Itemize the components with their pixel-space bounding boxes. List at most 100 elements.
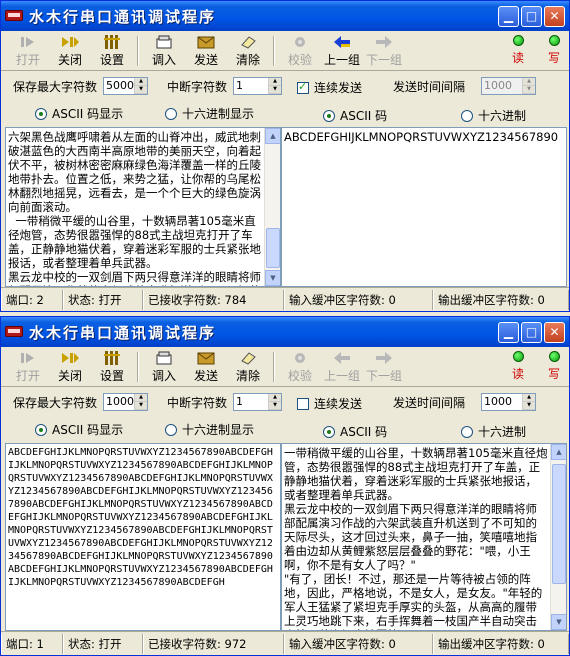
open-button[interactable]: 打开 bbox=[7, 32, 49, 70]
interrupt-spinner[interactable]: 1 ▲ ▼ bbox=[233, 77, 283, 95]
settings-button[interactable]: 设置 bbox=[91, 32, 133, 70]
send-button[interactable]: 发送 bbox=[185, 348, 227, 386]
interval-spinner[interactable]: 1000 ▲ ▼ bbox=[481, 77, 537, 95]
send-ascii-option[interactable]: ASCII 码 bbox=[323, 423, 387, 440]
continuous-send-option[interactable]: 连续发送 bbox=[297, 79, 362, 96]
continuous-send-checkbox[interactable] bbox=[297, 80, 309, 94]
toolbar-separator bbox=[273, 35, 275, 66]
interval-row: 发送时间间隔 1000 ▲ ▼ bbox=[393, 393, 537, 411]
interval-label: 发送时间间隔 bbox=[393, 395, 466, 410]
write-led-icon bbox=[548, 351, 560, 362]
status-state: 状态: 打开 bbox=[63, 289, 143, 310]
send-hex-option[interactable]: 十六进制 bbox=[461, 423, 526, 440]
title-bar[interactable]: 水木行串口通讯调试程序 ▁ □ ✕ bbox=[1, 1, 569, 31]
interrupt-row: 中断字符数 1 ▲ ▼ bbox=[167, 393, 283, 411]
toolbar-separator bbox=[137, 351, 139, 382]
max-chars-spinner[interactable]: 5000 ▲ ▼ bbox=[103, 77, 149, 95]
receive-scrollbar[interactable]: ▲ ▼ bbox=[264, 128, 280, 286]
next-group-button[interactable]: 下一组 bbox=[363, 32, 405, 70]
send-ascii-radio[interactable] bbox=[323, 109, 335, 122]
close-button[interactable]: ✕ bbox=[544, 321, 565, 343]
scroll-thumb[interactable] bbox=[552, 464, 566, 584]
send-text-area[interactable]: 一带稍微平缓的山谷里，十数辆昂著105毫米直径炮管，态势很嚣强悍的88式主战坦克… bbox=[281, 443, 567, 631]
send-button[interactable]: 发送 bbox=[185, 32, 227, 70]
minimize-button[interactable]: ▁ bbox=[498, 5, 519, 27]
status-port: 端口: 1 bbox=[1, 633, 63, 654]
interrupt-label: 中断字符数 bbox=[167, 395, 228, 410]
send-text-area[interactable]: ABCDEFGHIJKLMNOPQRSTUVWXYZ1234567890 bbox=[281, 127, 567, 287]
load-button[interactable]: 调入 bbox=[143, 348, 185, 386]
load-button[interactable]: 调入 bbox=[143, 32, 185, 70]
checksum-icon bbox=[292, 350, 308, 366]
write-indicator: 写 bbox=[539, 32, 569, 70]
recv-ascii-radio[interactable] bbox=[35, 423, 47, 436]
continuous-send-option[interactable]: 连续发送 bbox=[297, 395, 362, 412]
read-indicator: 读 bbox=[497, 32, 539, 70]
max-chars-label: 保存最大字符数 bbox=[13, 79, 98, 94]
checksum-button[interactable]: 校验 bbox=[279, 32, 321, 70]
settings-button[interactable]: 设置 bbox=[91, 348, 133, 386]
clear-button[interactable]: 清除 bbox=[227, 32, 269, 70]
send-ascii-radio[interactable] bbox=[323, 425, 335, 438]
app-icon[interactable] bbox=[5, 324, 23, 340]
clear-button[interactable]: 清除 bbox=[227, 348, 269, 386]
max-chars-spinner[interactable]: 10000▲▼ bbox=[103, 393, 149, 411]
next-group-button[interactable]: 下一组 bbox=[363, 348, 405, 386]
recv-hex-radio[interactable] bbox=[165, 423, 177, 436]
write-led-icon bbox=[548, 35, 560, 46]
interval-spinner[interactable]: 1000 ▲ ▼ bbox=[481, 393, 537, 411]
settings-icon bbox=[103, 350, 121, 366]
recv-ascii-radio[interactable] bbox=[35, 107, 47, 120]
max-chars-label: 保存最大字符数 bbox=[13, 395, 98, 410]
title-bar[interactable]: 水木行串口通讯调试程序 ▁ □ ✕ bbox=[1, 317, 569, 347]
send-hex-radio[interactable] bbox=[461, 425, 473, 438]
prev-group-icon bbox=[332, 34, 352, 50]
status-output-buffer: 输出缓冲区字符数: 0 bbox=[433, 633, 569, 654]
toolbar-separator bbox=[137, 35, 139, 66]
recv-ascii-option[interactable]: ASCII 码显示 bbox=[35, 421, 123, 438]
receive-text-area[interactable]: ABCDEFGHIJKLMNOPQRSTUVWXYZ1234567890ABCD… bbox=[5, 443, 281, 631]
checksum-button[interactable]: 校验 bbox=[279, 348, 321, 386]
recv-hex-option[interactable]: 十六进制显示 bbox=[165, 105, 254, 122]
prev-group-button[interactable]: 上一组 bbox=[321, 32, 363, 70]
receive-text-area[interactable]: 六架黑色战鹰呼啸着从左面的山脊冲出，威武地刺破湛蓝色的大西南半高原地带的美丽天空… bbox=[5, 127, 281, 287]
scroll-down-icon[interactable]: ▼ bbox=[551, 614, 566, 630]
clear-icon bbox=[239, 350, 257, 366]
scroll-thumb[interactable] bbox=[266, 228, 280, 268]
next-group-icon bbox=[374, 350, 394, 366]
recv-ascii-option[interactable]: ASCII 码显示 bbox=[35, 105, 123, 122]
prev-group-button[interactable]: 上一组 bbox=[321, 348, 363, 386]
interrupt-spinner[interactable]: 1 ▲ ▼ bbox=[233, 393, 283, 411]
open-button[interactable]: 打开 bbox=[7, 348, 49, 386]
send-icon bbox=[197, 350, 215, 366]
serial-window-2: 水木行串口通讯调试程序 ▁ □ ✕ 打开 关闭 设置 调入 发送 清除 校验 上… bbox=[0, 316, 570, 656]
send-hex-option[interactable]: 十六进制 bbox=[461, 107, 526, 124]
close-port-button[interactable]: 关闭 bbox=[49, 32, 91, 70]
send-ascii-option[interactable]: ASCII 码 bbox=[323, 107, 387, 124]
serial-window-1: 水木行串口通讯调试程序 ▁ □ ✕ 打开 关闭 设置 调入 发送 清除 校验 上… bbox=[0, 0, 570, 312]
maximize-button[interactable]: □ bbox=[521, 5, 542, 27]
interval-label: 发送时间间隔 bbox=[393, 79, 466, 94]
scroll-up-icon[interactable]: ▲ bbox=[551, 444, 566, 460]
send-hex-radio[interactable] bbox=[461, 109, 473, 122]
maximize-button[interactable]: □ bbox=[521, 321, 542, 343]
toolbar-separator bbox=[273, 351, 275, 382]
recv-hex-option[interactable]: 十六进制显示 bbox=[165, 421, 254, 438]
status-input-buffer: 输入缓冲区字符数: 0 bbox=[284, 633, 433, 654]
scroll-up-icon[interactable]: ▲ bbox=[265, 128, 280, 144]
read-indicator: 读 bbox=[497, 348, 539, 386]
send-scrollbar[interactable]: ▲ ▼ bbox=[550, 444, 566, 630]
recv-hex-radio[interactable] bbox=[165, 107, 177, 120]
clear-icon bbox=[239, 34, 257, 50]
status-state: 状态: 打开 bbox=[63, 633, 143, 654]
status-received: 已接收字符数: 972 bbox=[143, 633, 284, 654]
open-icon bbox=[19, 34, 37, 50]
minimize-button[interactable]: ▁ bbox=[498, 321, 519, 343]
status-output-buffer: 输出缓冲区字符数: 0 bbox=[433, 289, 569, 310]
window-title: 水木行串口通讯调试程序 bbox=[29, 7, 217, 26]
app-icon[interactable] bbox=[5, 8, 23, 24]
close-port-button[interactable]: 关闭 bbox=[49, 348, 91, 386]
close-button[interactable]: ✕ bbox=[544, 5, 565, 27]
scroll-down-icon[interactable]: ▼ bbox=[265, 270, 280, 286]
continuous-send-checkbox[interactable] bbox=[297, 397, 309, 410]
